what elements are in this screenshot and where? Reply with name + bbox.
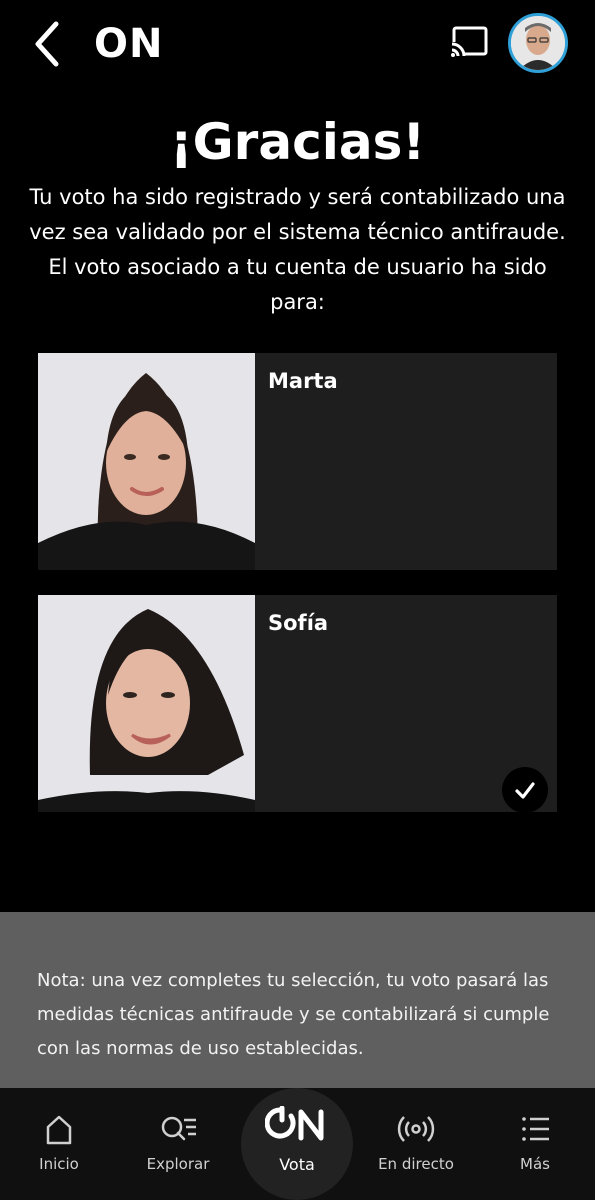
- cast-icon: [450, 26, 488, 57]
- nav-item-en-directo[interactable]: En directo: [366, 1088, 466, 1200]
- nav-label: Más: [520, 1155, 550, 1173]
- bottom-nav: Inicio Explorar Vota En directo Más: [0, 1088, 595, 1200]
- nav-item-inicio[interactable]: Inicio: [9, 1088, 109, 1200]
- nav-item-mas[interactable]: Más: [485, 1088, 585, 1200]
- nav-label: Vota: [279, 1155, 315, 1174]
- note-text: Nota: una vez completes tu selección, tu…: [37, 970, 550, 1059]
- candidate-name: Marta: [268, 369, 338, 393]
- candidate-photo: [38, 595, 255, 812]
- app-header: ON: [0, 0, 595, 90]
- on-logo: [241, 1105, 353, 1151]
- nav-label: En directo: [378, 1155, 454, 1173]
- nav-label: Explorar: [146, 1155, 210, 1173]
- cast-button[interactable]: [448, 24, 490, 62]
- candidate-name: Sofía: [268, 611, 329, 635]
- menu-icon: [522, 1117, 549, 1141]
- nav-item-vota[interactable]: Vota: [241, 1088, 353, 1200]
- candidate-photo: [38, 353, 255, 570]
- app-title: ON: [94, 21, 164, 67]
- explore-icon: [161, 1116, 196, 1141]
- thanks-title: ¡Gracias!: [169, 113, 426, 171]
- candidate-card-sofia: Sofía: [38, 595, 557, 813]
- user-avatar[interactable]: [508, 13, 568, 73]
- thanks-message: Tu voto ha sido registrado y será contab…: [29, 185, 566, 314]
- note-panel: Nota: una vez completes tu selección, tu…: [0, 912, 595, 1088]
- live-icon: [397, 1116, 435, 1142]
- selected-check-icon: [502, 767, 548, 813]
- back-chevron-icon: [35, 21, 59, 67]
- nav-item-explorar[interactable]: Explorar: [128, 1088, 228, 1200]
- home-icon: [46, 1115, 72, 1145]
- nav-label: Inicio: [39, 1155, 79, 1173]
- back-button[interactable]: [28, 18, 68, 70]
- candidate-card-marta: Marta: [38, 353, 557, 570]
- avatar-image: [511, 16, 565, 70]
